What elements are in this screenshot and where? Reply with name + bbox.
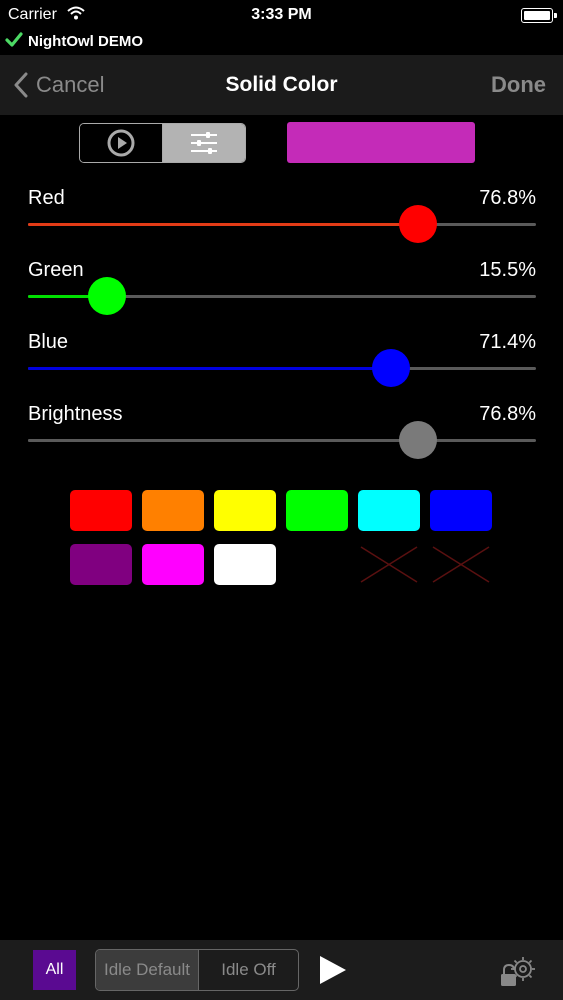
color-swatch[interactable] <box>70 544 132 585</box>
color-swatch[interactable] <box>286 490 348 531</box>
status-bar: Carrier 3:33 PM <box>0 0 563 30</box>
idle-default-segment[interactable]: Idle Default <box>96 950 199 990</box>
green-label: Green <box>28 259 84 281</box>
mode-sliders-segment[interactable] <box>163 124 245 162</box>
device-name: NightOwl DEMO <box>28 33 143 50</box>
idle-off-segment[interactable]: Idle Off <box>199 950 298 990</box>
play-circle-icon <box>107 129 135 157</box>
lock-settings-icon[interactable] <box>498 954 538 988</box>
nav-bar: Cancel Solid Color Done <box>0 55 563 115</box>
empty-swatch-slot[interactable] <box>358 544 420 585</box>
battery-icon <box>521 8 557 23</box>
empty-swatch-slot[interactable] <box>430 544 492 585</box>
red-thumb[interactable] <box>399 205 437 243</box>
mode-play-segment[interactable] <box>80 124 163 162</box>
clock: 3:33 PM <box>251 6 312 23</box>
color-swatch[interactable] <box>214 544 276 585</box>
red-value: 76.8% <box>479 187 536 209</box>
done-button[interactable]: Done <box>491 72 546 98</box>
page-title: Solid Color <box>225 73 338 96</box>
brightness-thumb[interactable] <box>399 421 437 459</box>
green-slider: Green 15.5% <box>28 259 536 319</box>
green-thumb[interactable] <box>88 277 126 315</box>
red-label: Red <box>28 187 65 209</box>
empty-swatch-slot[interactable] <box>286 544 348 585</box>
green-value: 15.5% <box>479 259 536 281</box>
color-swatch[interactable] <box>358 490 420 531</box>
mode-segmented-control <box>79 123 246 163</box>
bottom-toolbar: All Idle Default Idle Off <box>0 940 563 1000</box>
blue-thumb[interactable] <box>372 349 410 387</box>
device-status: NightOwl DEMO <box>0 30 563 54</box>
brightness-slider: Brightness 76.8% <box>28 403 536 463</box>
idle-segmented-control: Idle Default Idle Off <box>95 949 299 991</box>
red-slider: Red 76.8% <box>28 187 536 247</box>
check-icon <box>5 32 23 47</box>
brightness-label: Brightness <box>28 403 123 425</box>
x-icon <box>432 546 490 583</box>
color-swatch[interactable] <box>70 490 132 531</box>
sliders-icon <box>191 132 217 154</box>
color-swatch[interactable] <box>214 490 276 531</box>
brightness-fill <box>28 439 418 442</box>
blue-value: 71.4% <box>479 331 536 353</box>
all-button[interactable]: All <box>33 950 76 990</box>
red-fill <box>28 223 418 226</box>
color-swatch[interactable] <box>142 544 204 585</box>
brightness-value: 76.8% <box>479 403 536 425</box>
blue-slider: Blue 71.4% <box>28 331 536 391</box>
x-icon <box>360 546 418 583</box>
red-track[interactable] <box>28 205 536 243</box>
blue-track[interactable] <box>28 349 536 387</box>
play-icon[interactable] <box>318 954 348 986</box>
blue-fill <box>28 367 391 370</box>
brightness-track[interactable] <box>28 421 536 459</box>
green-track[interactable] <box>28 277 536 315</box>
color-swatch[interactable] <box>430 490 492 531</box>
blue-label: Blue <box>28 331 69 353</box>
color-preview <box>287 122 475 163</box>
color-swatch[interactable] <box>142 490 204 531</box>
